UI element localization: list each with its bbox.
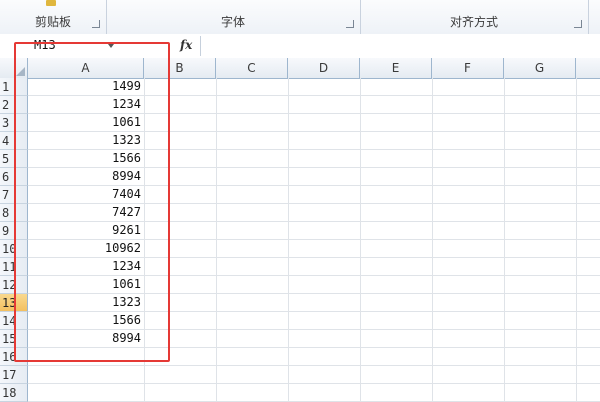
column-header-e[interactable]: E [360, 58, 432, 78]
dialog-launcher-icon[interactable] [92, 20, 100, 28]
ribbon-group-alignment: 对齐方式 [360, 0, 589, 34]
table-row [28, 366, 600, 384]
ribbon-group-clipboard: 剪贴板 [0, 0, 107, 34]
ribbon-group-font: 字体 [106, 0, 361, 34]
ribbon-group-label: 字体 [220, 15, 245, 29]
dialog-launcher-icon[interactable] [574, 20, 582, 28]
highlight-box [14, 42, 170, 362]
column-header-d[interactable]: D [288, 58, 360, 78]
row-header[interactable]: 18 [0, 384, 28, 402]
row-header[interactable]: 17 [0, 366, 28, 384]
dialog-launcher-icon[interactable] [346, 20, 354, 28]
formula-input[interactable] [200, 36, 600, 56]
column-header-g[interactable]: G [504, 58, 576, 78]
insert-function-button[interactable]: fx [180, 37, 194, 54]
ribbon-group-label: 剪贴板 [34, 15, 71, 29]
column-header-c[interactable]: C [216, 58, 288, 78]
table-row [28, 384, 600, 402]
ribbon: 剪贴板 字体 对齐方式 [0, 0, 600, 35]
column-header-f[interactable]: F [432, 58, 504, 78]
ribbon-group-label: 对齐方式 [449, 15, 498, 29]
